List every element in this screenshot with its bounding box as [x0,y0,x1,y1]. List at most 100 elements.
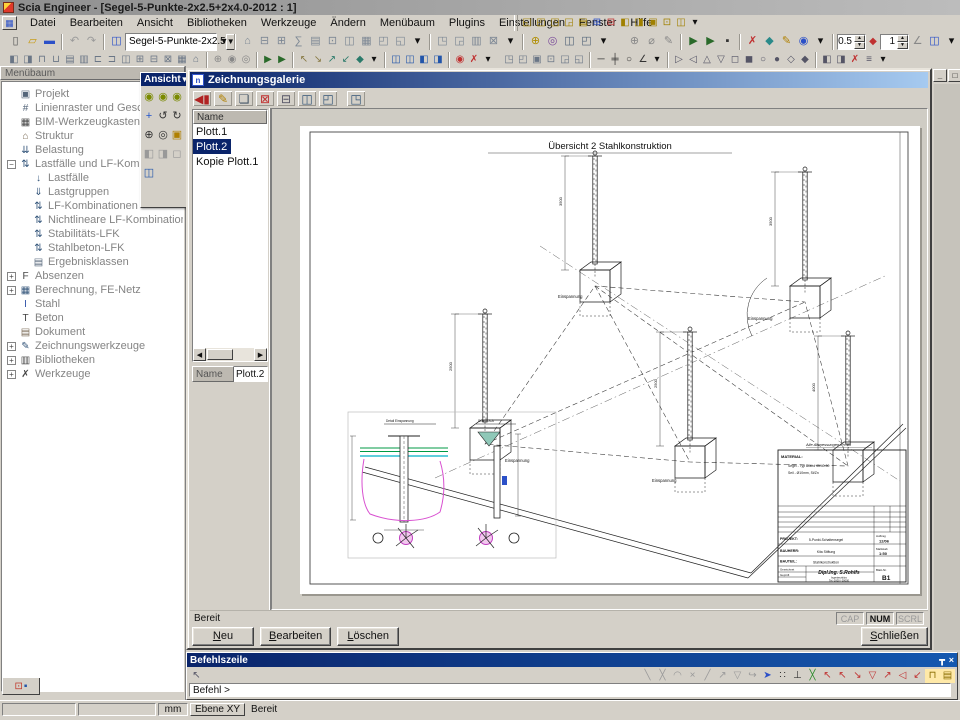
toolbar-icon[interactable]: ◫ [119,53,133,66]
tree-item[interactable]: ▤ Ergebnisklassen [2,255,183,269]
snap-int-icon[interactable]: ╳ [805,669,820,683]
project-combobox[interactable]: Segel-5-Punkte-2x2.5 ▼ [125,33,217,51]
list-icon[interactable]: ≡ [862,53,876,66]
menu-item[interactable]: Ansicht [130,16,180,30]
toolbar-icon[interactable]: ○ [756,53,770,66]
zoom-icon[interactable]: ⊕ [626,34,643,50]
preview-icon[interactable]: ◰ [318,90,338,107]
menu-item[interactable]: Ändern [323,16,372,30]
close-icon[interactable]: × [949,655,954,665]
tree-expander[interactable]: + [7,370,16,379]
circle-icon[interactable]: ○ [622,53,636,66]
copy-plot-icon[interactable]: ❏ [234,90,254,107]
snap-node-icon[interactable]: ↖ [820,669,835,683]
toolbar-icon[interactable]: ▷ [672,53,686,66]
open-folder-icon[interactable]: ▱ [24,34,41,50]
play-icon[interactable]: ▶ [685,34,702,50]
dropdown-arrow-icon[interactable]: ▾ [595,34,612,50]
menu-item[interactable]: Menübaum [373,16,442,30]
tree-expander[interactable]: + [7,286,16,295]
toolbar-icon[interactable]: △ [700,53,714,66]
layout-window-icon[interactable]: ⊡ [660,17,674,30]
toolbar-icon[interactable]: ⊡ [324,34,341,50]
node-icon[interactable]: ◆ [353,53,367,66]
pin-icon[interactable]: ┳ [939,655,944,666]
toolbar-icon[interactable]: ⊔ [49,53,63,66]
toolbar-icon[interactable]: ⊠ [485,34,502,50]
dropdown-arrow-icon[interactable]: ▾ [688,17,702,30]
dropdown-arrow-icon[interactable]: ▾ [217,35,231,48]
layout-window-icon[interactable]: ⊞ [590,17,604,30]
scroll-left-icon[interactable]: ◀ [193,348,206,361]
delete-icon[interactable]: ✗ [744,34,761,50]
toolbar-icon[interactable]: ◨ [21,53,35,66]
tree-item[interactable]: I Stahl [2,297,183,311]
dropdown-arrow-icon[interactable]: ▾ [812,34,829,50]
toolbar-icon[interactable]: ▦ [358,34,375,50]
layout-window-icon[interactable]: ◲ [562,17,576,30]
neu-button[interactable]: Neu [192,627,254,646]
new-document-icon[interactable]: ▯ [7,34,24,50]
property-value[interactable]: Plott.2 [234,366,268,382]
snap-dir-icon[interactable]: ↗ [715,669,730,683]
scroll-track[interactable] [206,348,254,361]
toolbar-icon[interactable]: ▤ [63,53,77,66]
document-icon[interactable]: ▦ [2,16,17,30]
layout-window-icon[interactable]: ▤ [576,17,590,30]
ansicht-palette-title[interactable]: Ansicht ▼ [141,73,186,86]
edit-plot-icon[interactable]: ✎ [213,90,233,107]
node-icon[interactable]: ◆ [761,34,778,50]
clip-box-icon[interactable]: ◧ [142,145,156,164]
mirror-icon[interactable]: ↙ [339,53,353,66]
dropdown-arrow-icon[interactable]: ▾ [650,53,664,66]
dropdown-arrow-icon[interactable]: ▾ [876,53,890,66]
rotate-left-icon[interactable]: ↺ [156,107,170,126]
view-lock-icon[interactable]: ◉ [156,88,170,107]
menu-item[interactable]: Werkzeuge [254,16,323,30]
snap-ortho-icon[interactable]: ↙ [910,669,925,683]
toolbar-icon[interactable]: ◻ [728,53,742,66]
cut-icon[interactable]: ✗ [467,53,481,66]
toolbar-icon[interactable]: ◧ [7,53,21,66]
edit-icon[interactable]: ✎ [778,34,795,50]
angle-icon[interactable]: ∠ [636,53,650,66]
loeschen-button[interactable]: Löschen [337,627,399,646]
toolbar-icon[interactable]: ⊡ [544,53,558,66]
line-icon[interactable]: ─ [594,53,608,66]
toolbar-icon[interactable]: ◲ [451,34,468,50]
toolbar-icon[interactable]: ◫ [341,34,358,50]
undo-icon[interactable]: ↶ [66,34,83,50]
search-icon[interactable]: ◎ [544,34,561,50]
layout-window-icon[interactable]: ◰ [534,17,548,30]
toolbar-icon[interactable]: ◰ [375,34,392,50]
scale-spinner[interactable]: 0.5 ▲▼ [837,34,866,50]
stop-icon[interactable]: ▪ [719,34,736,50]
toolbar-icon[interactable]: ◳ [434,34,451,50]
zoom-in-icon[interactable]: ⊕ [211,53,225,66]
command-input[interactable]: Befehl > [189,683,951,697]
cursor-icon[interactable]: ↖ [189,669,204,683]
toolbar-icon[interactable]: ▦ [175,53,189,66]
save-icon[interactable]: ▬ [41,34,58,50]
delete-icon[interactable]: ✗ [848,53,862,66]
toolbar-icon[interactable]: ◧ [820,53,834,66]
scroll-right-icon[interactable]: ▶ [254,348,267,361]
target-icon[interactable]: ◉ [795,34,812,50]
layout-window-icon[interactable]: ◱ [520,17,534,30]
snap-set-icon[interactable]: ⊓ [925,669,940,683]
view-window-icon[interactable]: ◧ [417,53,431,66]
section-icon[interactable]: ◻ [170,145,184,164]
tree-item[interactable]: T Beton [2,311,183,325]
drawing-preview[interactable]: Übersicht 2 Stahlkonstruktion [271,108,928,610]
clip-plane-icon[interactable]: ◨ [156,145,170,164]
dialog-title-bar[interactable]: n Zeichnungsgalerie [190,72,928,88]
eye-icon[interactable]: ◉ [453,53,467,66]
toolbar-icon[interactable]: ◁ [686,53,700,66]
zoom-all-icon[interactable]: ▣ [170,126,184,145]
toolbar-icon[interactable]: ⊟ [147,53,161,66]
toolbar-icon[interactable]: ▣ [530,53,544,66]
snap-cross-icon[interactable]: ╳ [655,669,670,683]
toolbar-icon[interactable]: ⊐ [105,53,119,66]
spinner-arrows-icon[interactable]: ▲▼ [897,35,908,49]
play-icon[interactable]: ▶ [702,34,719,50]
